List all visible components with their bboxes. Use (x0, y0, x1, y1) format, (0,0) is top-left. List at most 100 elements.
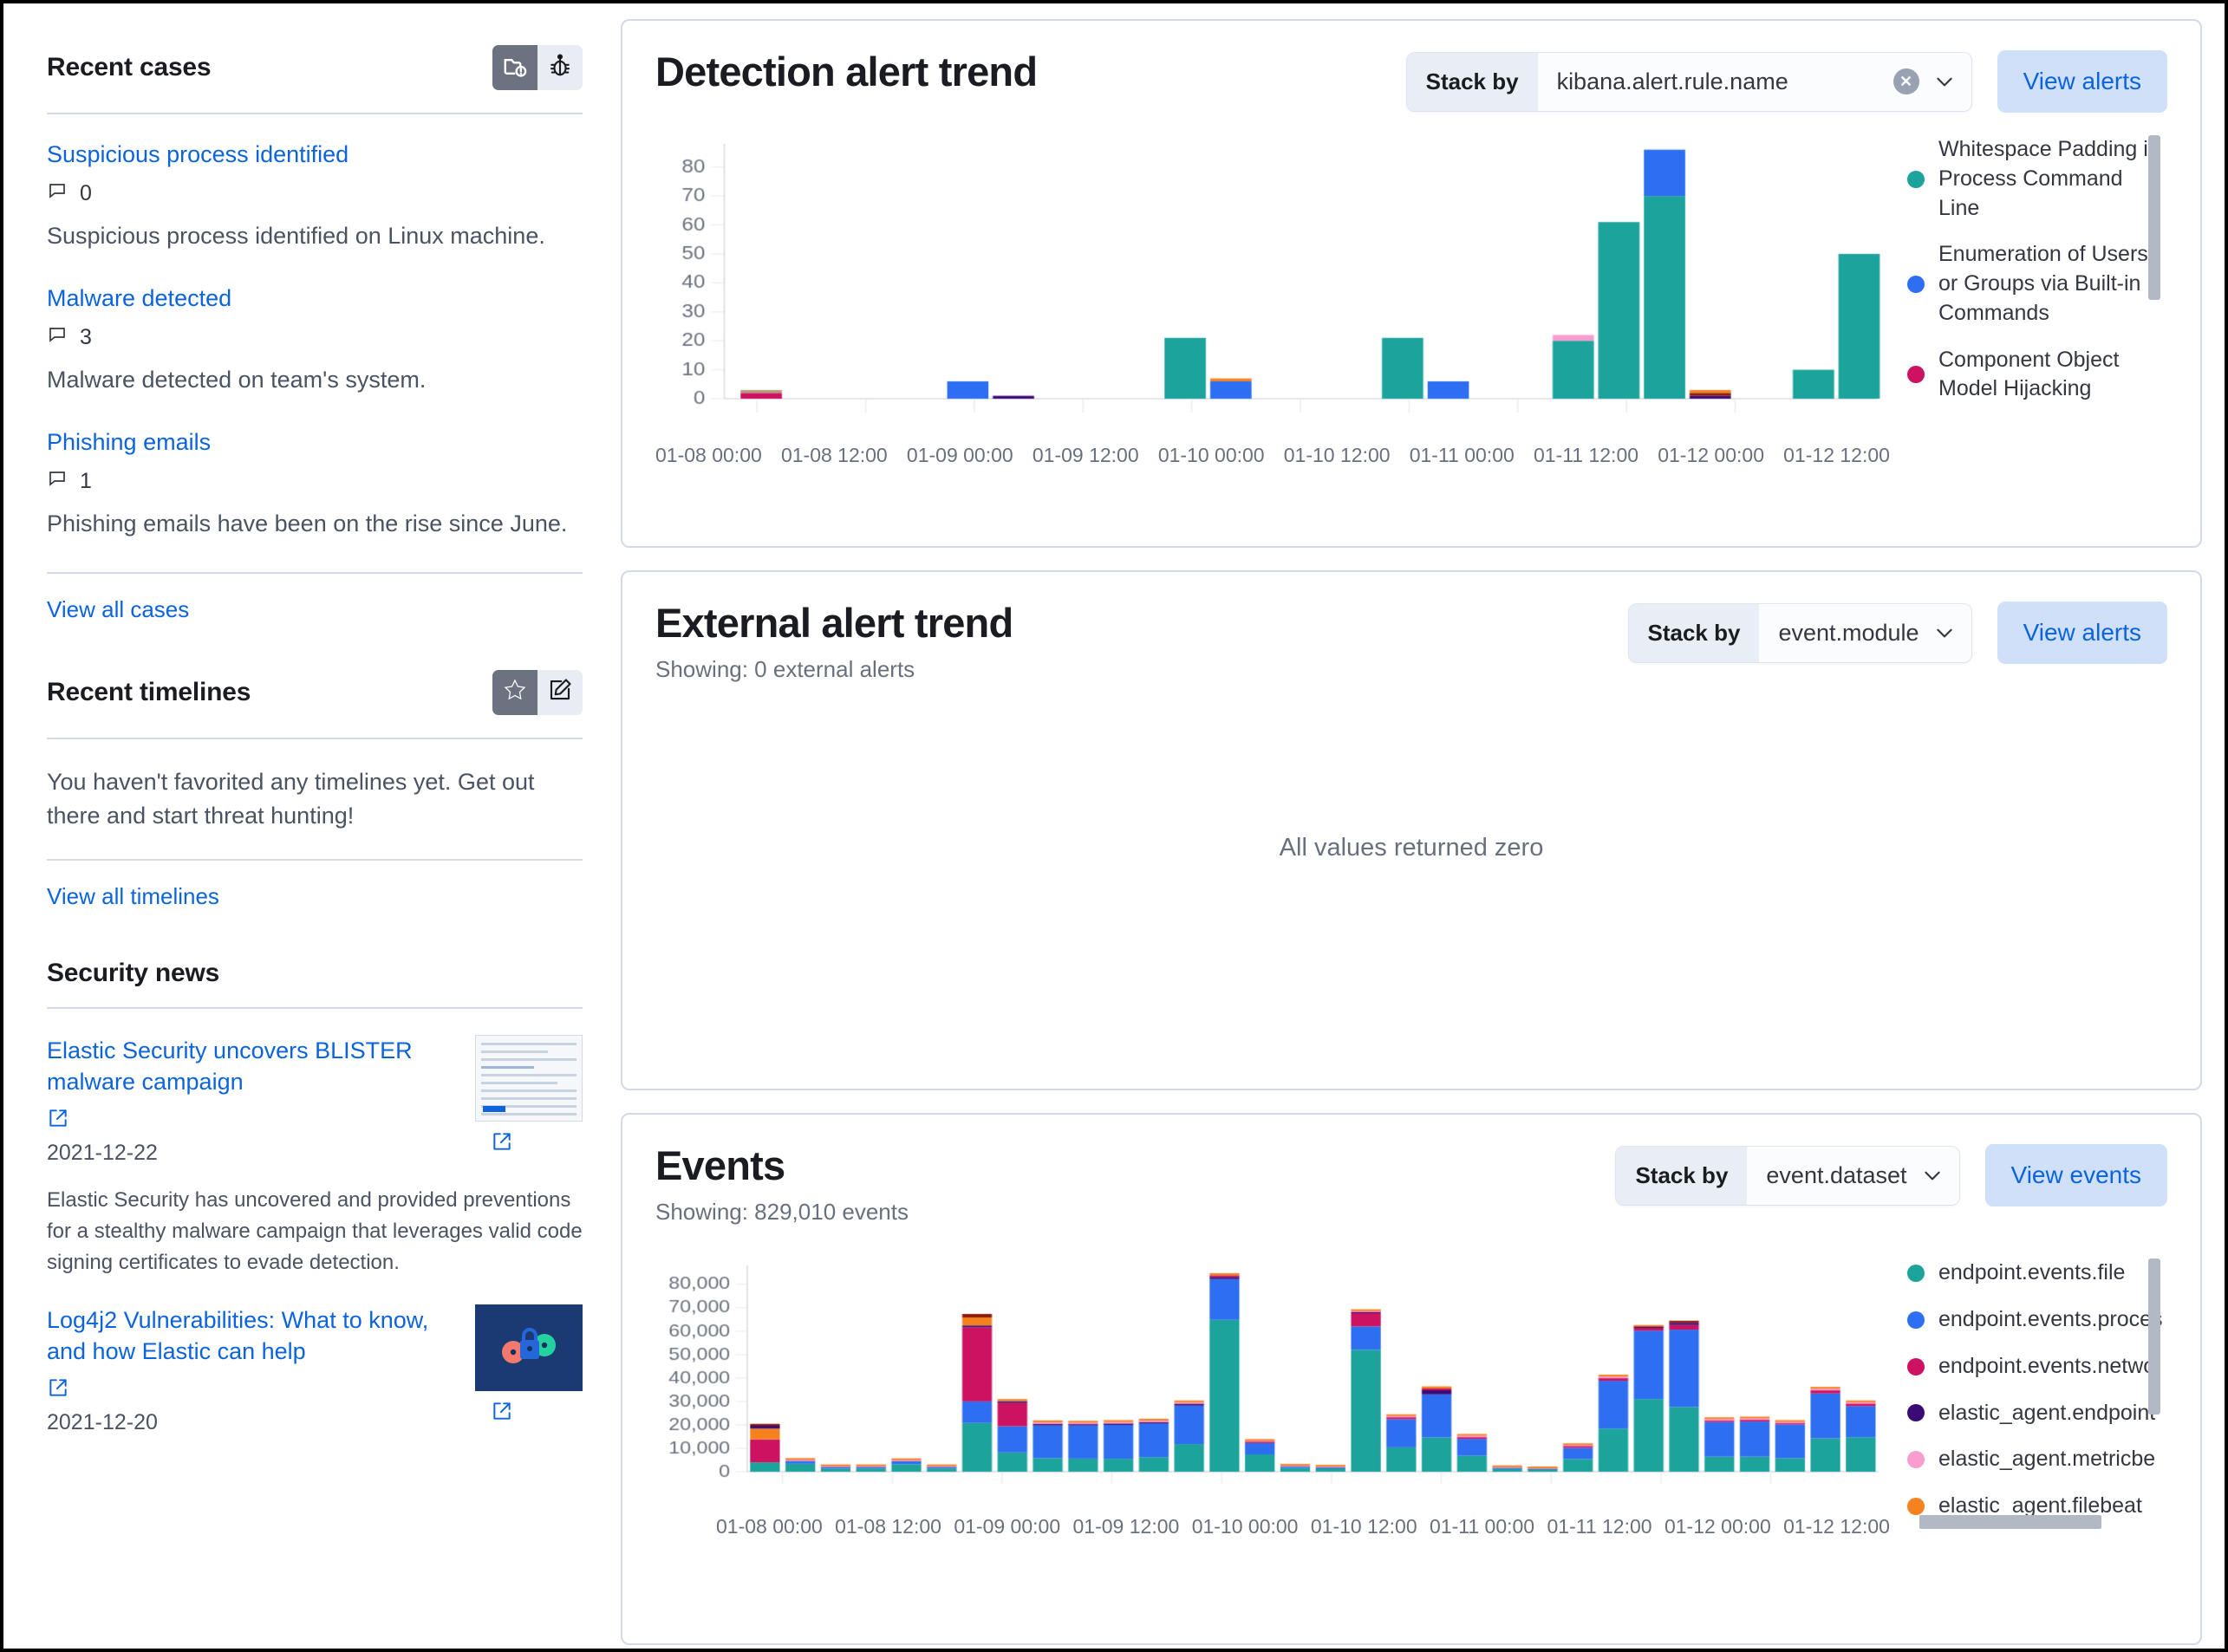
clear-icon[interactable]: ✕ (1892, 68, 1919, 94)
legend-label: endpoint.events.proces (1938, 1307, 2162, 1332)
divider (47, 571, 583, 574)
stack-by-value: kibana.alert.rule.name (1556, 68, 1788, 94)
external-link-icon[interactable] (47, 1107, 458, 1134)
main-content: Detection alert trend Stack by kibana.al… (621, 19, 2202, 1649)
star-icon-button[interactable] (492, 669, 537, 715)
elastic-security-overview-page: Recent cases Suspicious process identifi… (0, 0, 2228, 1652)
view-events-button[interactable]: View events (1984, 1144, 2167, 1206)
external-alert-trend-card: External alert trend Showing: 0 external… (621, 570, 2202, 1090)
recent-cases-toggle-group[interactable] (492, 45, 583, 90)
legend-scrollbar[interactable] (2148, 135, 2160, 300)
legend-item[interactable]: endpoint.events.netwo (1907, 1352, 2167, 1382)
recent-timelines-header: Recent timelines (47, 669, 583, 715)
legend-item[interactable]: endpoint.events.proces (1907, 1305, 2167, 1335)
list-item: Elastic Security uncovers BLISTER malwar… (47, 1034, 583, 1278)
view-alerts-button[interactable]: View alerts (1997, 602, 2167, 664)
recent-timelines-toggle-group[interactable] (492, 669, 583, 715)
view-all-timelines-link[interactable]: View all timelines (47, 883, 219, 910)
events-chart[interactable]: 01-08 00:00 01-08 12:00 01-09 00:00 01-09 1… (655, 1255, 1890, 1541)
stack-by-select[interactable]: event.dataset (1747, 1146, 1959, 1205)
comment-icon (47, 324, 68, 351)
legend-item[interactable]: elastic_agent.endpoint (1907, 1399, 2167, 1428)
x-axis-tick-label: 01-10 00:00 (1191, 1515, 1299, 1538)
case-title-link[interactable]: Phishing emails (47, 428, 583, 458)
legend-item[interactable]: elastic_agent.metricbe (1907, 1445, 2167, 1474)
news-thumbnail (475, 1034, 583, 1122)
events-showing-text: Showing: 829,010 events (655, 1199, 909, 1226)
detection-alert-chart[interactable]: 01-08 00:00 01-08 12:00 01-09 00:00 01-09 1… (655, 132, 1890, 478)
x-axis-tick-label: 01-11 12:00 (1533, 444, 1639, 466)
external-stack-by-control[interactable]: Stack by event.module (1628, 603, 1971, 662)
recent-cases-header: Recent cases (47, 45, 583, 90)
bug-icon-button[interactable] (537, 45, 583, 90)
legend-color-dot (1907, 1265, 1925, 1283)
pencil-square-icon (547, 677, 573, 707)
case-description: Malware detected on team's system. (47, 366, 427, 393)
stack-by-select[interactable]: kibana.alert.rule.name ✕ (1537, 52, 1971, 111)
events-stack-by-control[interactable]: Stack by event.dataset (1616, 1146, 1959, 1205)
case-description: Phishing emails have been on the rise si… (47, 510, 568, 537)
folder-alert-icon-button[interactable] (492, 45, 537, 90)
chevron-down-icon[interactable] (1921, 1164, 1944, 1187)
legend-item[interactable]: endpoint.events.file (1907, 1259, 2167, 1288)
security-news-title: Security news (47, 958, 220, 987)
external-link-icon[interactable] (491, 1130, 583, 1157)
legend-scrollbar[interactable] (2148, 1259, 2160, 1415)
x-axis-tick-label: 01-11 12:00 (1547, 1515, 1652, 1538)
view-alerts-button[interactable]: View alerts (1997, 50, 2167, 113)
detection-chart-x-axis: 01-08 00:00 01-08 12:00 01-09 00:00 01-09 1… (655, 444, 1890, 467)
recent-timelines-title: Recent timelines (47, 677, 251, 706)
case-comment-count: 3 (47, 324, 583, 351)
stack-by-value: event.module (1778, 619, 1919, 646)
external-link-icon[interactable] (491, 1400, 583, 1427)
pencil-square-icon-button[interactable] (537, 669, 583, 715)
security-news-header: Security news (47, 959, 583, 988)
legend-color-dot (1907, 366, 1925, 384)
x-axis-tick-label: 01-12 00:00 (1664, 1515, 1771, 1538)
chevron-down-icon[interactable] (1933, 70, 1956, 93)
news-title-link[interactable]: Log4j2 Vulnerabilities: What to know, an… (47, 1304, 458, 1368)
stack-by-select[interactable]: event.module (1759, 603, 1971, 662)
x-axis-tick-label: 01-08 12:00 (835, 1515, 941, 1538)
events-chart-legend[interactable]: endpoint.events.file endpoint.events.proc… (1890, 1255, 2167, 1541)
legend-label: Whitespace Padding in Process Command Li… (1938, 137, 2160, 220)
legend-color-dot (1907, 1357, 1925, 1376)
x-axis-tick-label: 01-09 12:00 (1072, 1515, 1180, 1538)
case-title-link[interactable]: Suspicious process identified (47, 140, 583, 170)
legend-item[interactable]: Enumeration of Users or Groups via Built… (1907, 240, 2167, 328)
legend-label: elastic_agent.endpoint (1938, 1400, 2156, 1425)
legend-item[interactable]: Component Object Model Hijacking (1907, 346, 2167, 405)
external-empty-message: All values returned zero (1279, 833, 1544, 862)
divider (47, 1006, 583, 1009)
page-title: Detection alert trend (655, 49, 1038, 94)
events-chart-x-axis: 01-08 00:00 01-08 12:00 01-09 00:00 01-09 1… (655, 1515, 1890, 1538)
stack-by-value: event.dataset (1766, 1161, 1907, 1188)
legend-item[interactable]: Whitespace Padding in Process Command Li… (1907, 135, 2167, 223)
x-axis-tick-label: 01-09 12:00 (1032, 444, 1139, 466)
external-link-icon[interactable] (47, 1376, 458, 1403)
x-axis-tick-label: 01-10 12:00 (1310, 1515, 1417, 1538)
events-card: Events Showing: 829,010 events Stack by … (621, 1113, 2202, 1645)
page-title: External alert trend (655, 600, 1013, 646)
detection-chart-legend[interactable]: Whitespace Padding in Process Command Li… (1890, 132, 2167, 478)
x-axis-tick-label: 01-11 00:00 (1430, 1515, 1535, 1538)
sidebar: Recent cases Suspicious process identifi… (26, 19, 598, 1649)
case-title-link[interactable]: Malware detected (47, 284, 583, 314)
recent-cases-title: Recent cases (47, 53, 212, 81)
legend-color-dot (1907, 1497, 1925, 1515)
x-axis-tick-label: 01-09 00:00 (954, 1515, 1061, 1538)
case-comment-count: 1 (47, 468, 583, 495)
case-comment-value: 1 (80, 468, 92, 493)
chevron-down-icon[interactable] (1933, 621, 1956, 644)
stack-by-label: Stack by (1406, 52, 1538, 111)
news-title-link[interactable]: Elastic Security uncovers BLISTER malwar… (47, 1035, 458, 1098)
legend-horizontal-scrollbar[interactable] (1919, 1515, 2101, 1530)
case-description: Suspicious process identified on Linux m… (47, 222, 545, 249)
x-axis-tick-label: 01-10 12:00 (1283, 444, 1391, 466)
case-comment-count: 0 (47, 180, 583, 207)
legend-color-dot (1907, 170, 1925, 188)
x-axis-tick-label: 01-10 00:00 (1157, 444, 1265, 466)
view-all-cases-link[interactable]: View all cases (47, 596, 189, 623)
legend-label: Enumeration of Users or Groups via Built… (1938, 242, 2148, 325)
detection-stack-by-control[interactable]: Stack by kibana.alert.rule.name ✕ (1406, 52, 1971, 111)
